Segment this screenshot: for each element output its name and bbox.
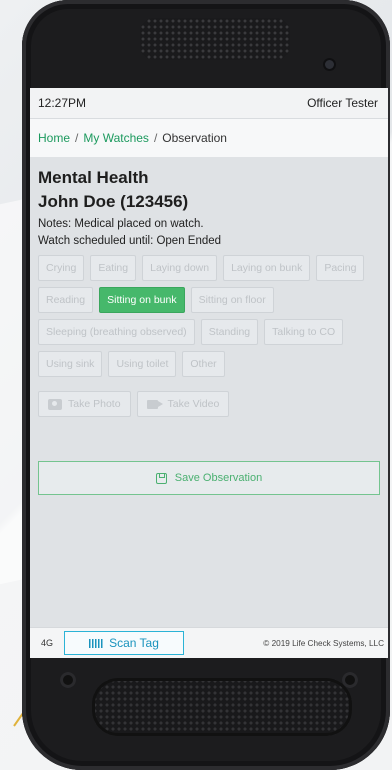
- take-photo-button[interactable]: Take Photo: [38, 391, 131, 417]
- barcode-icon: [89, 638, 104, 648]
- observation-option-other[interactable]: Other: [182, 351, 225, 377]
- media-buttons: Take Photo Take Video: [38, 391, 380, 417]
- observation-option-laying-down[interactable]: Laying down: [142, 255, 218, 281]
- observation-option-laying-on-bunk[interactable]: Laying on bunk: [223, 255, 311, 281]
- watch-schedule: Watch scheduled until: Open Ended: [38, 235, 222, 247]
- footer-bar: 4G Scan Tag © 2019 Life Check Systems, L…: [30, 627, 388, 658]
- take-photo-label: Take Photo: [68, 398, 121, 410]
- save-observation-label: Save Observation: [174, 472, 263, 484]
- status-user: Officer Tester: [307, 96, 378, 110]
- subject-name-title: John Doe (123456): [38, 192, 189, 211]
- observation-option-pacing[interactable]: Pacing: [316, 255, 365, 281]
- take-video-label: Take Video: [167, 398, 220, 410]
- screw-icon: [60, 672, 76, 688]
- observation-form: Mental Health John Doe (123456) Notes: M…: [30, 158, 388, 634]
- breadcrumb-home-link[interactable]: Home: [38, 131, 70, 145]
- status-bar: 12:27PM Officer Tester: [30, 88, 388, 119]
- observation-options: Crying Eating Laying down Laying on bunk Pac…: [38, 255, 380, 377]
- watch-notes: Notes: Medical placed on watch.: [38, 218, 204, 230]
- breadcrumb-current: Observation: [162, 131, 227, 145]
- observation-option-sleeping-breathing-observed[interactable]: Sleeping (breathing observed): [38, 319, 195, 345]
- scan-tag-label: Scan Tag: [109, 636, 159, 650]
- speaker-grille-bottom: [92, 678, 352, 736]
- observation-option-sitting-on-floor[interactable]: Sitting on floor: [190, 287, 274, 313]
- front-camera-icon: [325, 60, 334, 69]
- network-indicator: 4G: [40, 638, 53, 648]
- observation-option-sitting-on-bunk[interactable]: Sitting on bunk: [99, 287, 185, 313]
- observation-option-using-toilet[interactable]: Using toilet: [108, 351, 177, 377]
- breadcrumb-separator: /: [75, 131, 79, 145]
- copyright-text: © 2019 Life Check Systems, LLC: [263, 638, 384, 648]
- floppy-disk-icon: [155, 472, 167, 484]
- take-video-button[interactable]: Take Video: [136, 391, 230, 417]
- watch-type-title: Mental Health: [38, 168, 149, 187]
- breadcrumb-my-watches-link[interactable]: My Watches: [83, 131, 149, 145]
- save-observation-button[interactable]: Save Observation: [38, 461, 380, 495]
- observation-option-standing[interactable]: Standing: [200, 319, 259, 345]
- observation-option-using-sink[interactable]: Using sink: [38, 351, 103, 377]
- video-camera-icon: [146, 399, 163, 409]
- app-screen: 12:27PM Officer Tester Home / My Watches…: [30, 88, 388, 658]
- observation-option-reading[interactable]: Reading: [38, 287, 94, 313]
- breadcrumb: Home / My Watches / Observation: [30, 119, 388, 158]
- observation-option-talking-to-co[interactable]: Talking to CO: [264, 319, 344, 345]
- speaker-grille-top: [140, 18, 290, 60]
- observation-option-eating[interactable]: Eating: [90, 255, 137, 281]
- scan-tag-button[interactable]: Scan Tag: [64, 631, 184, 655]
- status-time: 12:27PM: [38, 96, 87, 110]
- camera-icon: [48, 398, 62, 410]
- breadcrumb-separator: /: [153, 131, 158, 145]
- observation-option-crying[interactable]: Crying: [38, 255, 85, 281]
